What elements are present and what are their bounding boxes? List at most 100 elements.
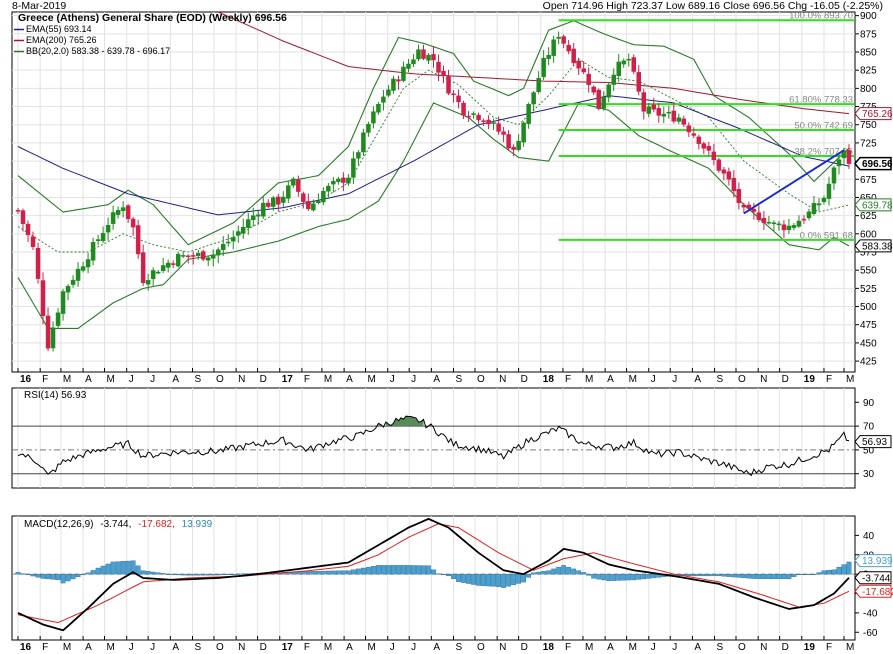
price-ytick-label: 525 bbox=[860, 284, 877, 295]
macd-hist-bar bbox=[225, 573, 231, 575]
bottom-axis-label: O bbox=[738, 642, 746, 653]
candle-body bbox=[20, 210, 26, 224]
macd-title: MACD(12,26,9) -3.744, -17.682, 13.939 bbox=[24, 519, 213, 530]
candle-body bbox=[566, 44, 571, 52]
candle-body bbox=[431, 54, 436, 61]
macd-hist-bar bbox=[706, 573, 712, 577]
bottom-axis-label: F bbox=[304, 642, 310, 653]
fib-label: 61.80% 778.33 bbox=[789, 95, 853, 106]
candle-body bbox=[35, 248, 41, 279]
candle-body bbox=[215, 249, 221, 256]
candle-body bbox=[456, 95, 461, 103]
macd-hist-bar bbox=[486, 573, 491, 587]
candle-body bbox=[461, 102, 466, 116]
macd-hist-bar bbox=[481, 573, 486, 586]
bottom-axis-label: J bbox=[150, 642, 155, 653]
macd-hist-bar bbox=[541, 571, 547, 575]
candle-body bbox=[496, 123, 501, 132]
candle-body bbox=[281, 196, 286, 203]
candle-body bbox=[30, 236, 36, 248]
macd-hist-bar bbox=[371, 566, 376, 575]
top-axis-label: 18 bbox=[543, 374, 555, 385]
bottom-axis-label: J bbox=[129, 642, 134, 653]
candle-body bbox=[751, 209, 757, 212]
macd-hist-bar bbox=[791, 573, 797, 577]
top-axis-label: F bbox=[826, 374, 832, 385]
candle-body bbox=[471, 113, 476, 115]
candle-body bbox=[45, 315, 51, 349]
candle-body bbox=[821, 197, 827, 203]
macd-hist-bar bbox=[816, 572, 822, 575]
candle-body bbox=[756, 212, 762, 220]
fib-label: 0.0% 591.68 bbox=[800, 230, 853, 241]
bottom-axis-label: D bbox=[260, 642, 267, 653]
candle-body bbox=[501, 131, 506, 135]
macd-hist-bar bbox=[180, 573, 186, 576]
macd-hist-bar bbox=[50, 573, 56, 580]
top-axis-label: S bbox=[717, 374, 724, 385]
bottom-axis-label: O bbox=[477, 642, 485, 653]
macd-hist-bar bbox=[305, 571, 311, 575]
candle-body bbox=[381, 96, 386, 103]
candle-body bbox=[646, 106, 652, 114]
candle-body bbox=[826, 183, 832, 199]
macd-hist-bar bbox=[741, 573, 747, 579]
price-ytick-label: 475 bbox=[860, 320, 877, 331]
top-axis-label: M bbox=[324, 374, 332, 385]
candle-body bbox=[110, 212, 116, 224]
macd-hist-bar bbox=[826, 569, 832, 575]
candle-body bbox=[806, 211, 812, 219]
top-axis-label: J bbox=[390, 374, 395, 385]
candle-body bbox=[591, 86, 596, 93]
price-tag-text: 765.26 bbox=[862, 109, 893, 120]
macd-hist-bar bbox=[135, 565, 141, 575]
macd-hist-bar bbox=[190, 573, 196, 576]
candle-body bbox=[60, 291, 66, 314]
candle-body bbox=[55, 312, 61, 326]
candle-body bbox=[15, 210, 21, 212]
macd-hist-bar bbox=[691, 573, 697, 577]
candle-body bbox=[406, 63, 411, 69]
macd-ytick-label: 40 bbox=[863, 531, 875, 542]
macd-hist-bar bbox=[356, 568, 361, 575]
macd-hist-bar bbox=[526, 573, 532, 578]
candle-body bbox=[786, 225, 792, 231]
candle-body bbox=[641, 92, 647, 112]
macd-hist-bar bbox=[631, 573, 637, 581]
macd-hist-bar bbox=[30, 573, 36, 577]
candle-body bbox=[266, 202, 271, 207]
top-axis-label: J bbox=[129, 374, 134, 385]
candle-body bbox=[426, 54, 431, 61]
candle-body bbox=[791, 225, 797, 228]
candle-body bbox=[65, 285, 71, 293]
bottom-axis-label: A bbox=[694, 642, 701, 653]
macd-hist-bar bbox=[491, 573, 496, 587]
candle-body bbox=[621, 60, 626, 65]
candle-body bbox=[656, 108, 662, 116]
candle-body bbox=[170, 263, 176, 265]
candle-body bbox=[766, 221, 772, 224]
macd-hist-bar bbox=[185, 573, 191, 576]
candle-body bbox=[70, 279, 76, 285]
top-axis-label: O bbox=[477, 374, 485, 385]
macd-hist-bar bbox=[731, 573, 737, 578]
top-axis-label: M bbox=[63, 374, 71, 385]
macd-hist-bar bbox=[831, 569, 837, 575]
macd-hist-bar bbox=[115, 561, 121, 575]
top-axis-label: J bbox=[150, 374, 155, 385]
candle-body bbox=[846, 149, 852, 164]
price-ytick-label: 875 bbox=[860, 29, 877, 40]
candle-body bbox=[115, 209, 121, 215]
candle-body bbox=[721, 169, 727, 174]
candle-body bbox=[531, 92, 536, 105]
candle-body bbox=[476, 114, 481, 121]
macd-hist-bar bbox=[651, 573, 657, 579]
candle-body bbox=[150, 270, 156, 279]
bottom-axis-label: M bbox=[368, 642, 376, 653]
macd-hist-bar bbox=[701, 573, 707, 577]
candle-body bbox=[125, 205, 131, 219]
candle-body bbox=[671, 110, 677, 122]
candle-body bbox=[376, 103, 381, 113]
macd-hist-bar bbox=[361, 567, 366, 575]
candle-body bbox=[616, 61, 621, 77]
